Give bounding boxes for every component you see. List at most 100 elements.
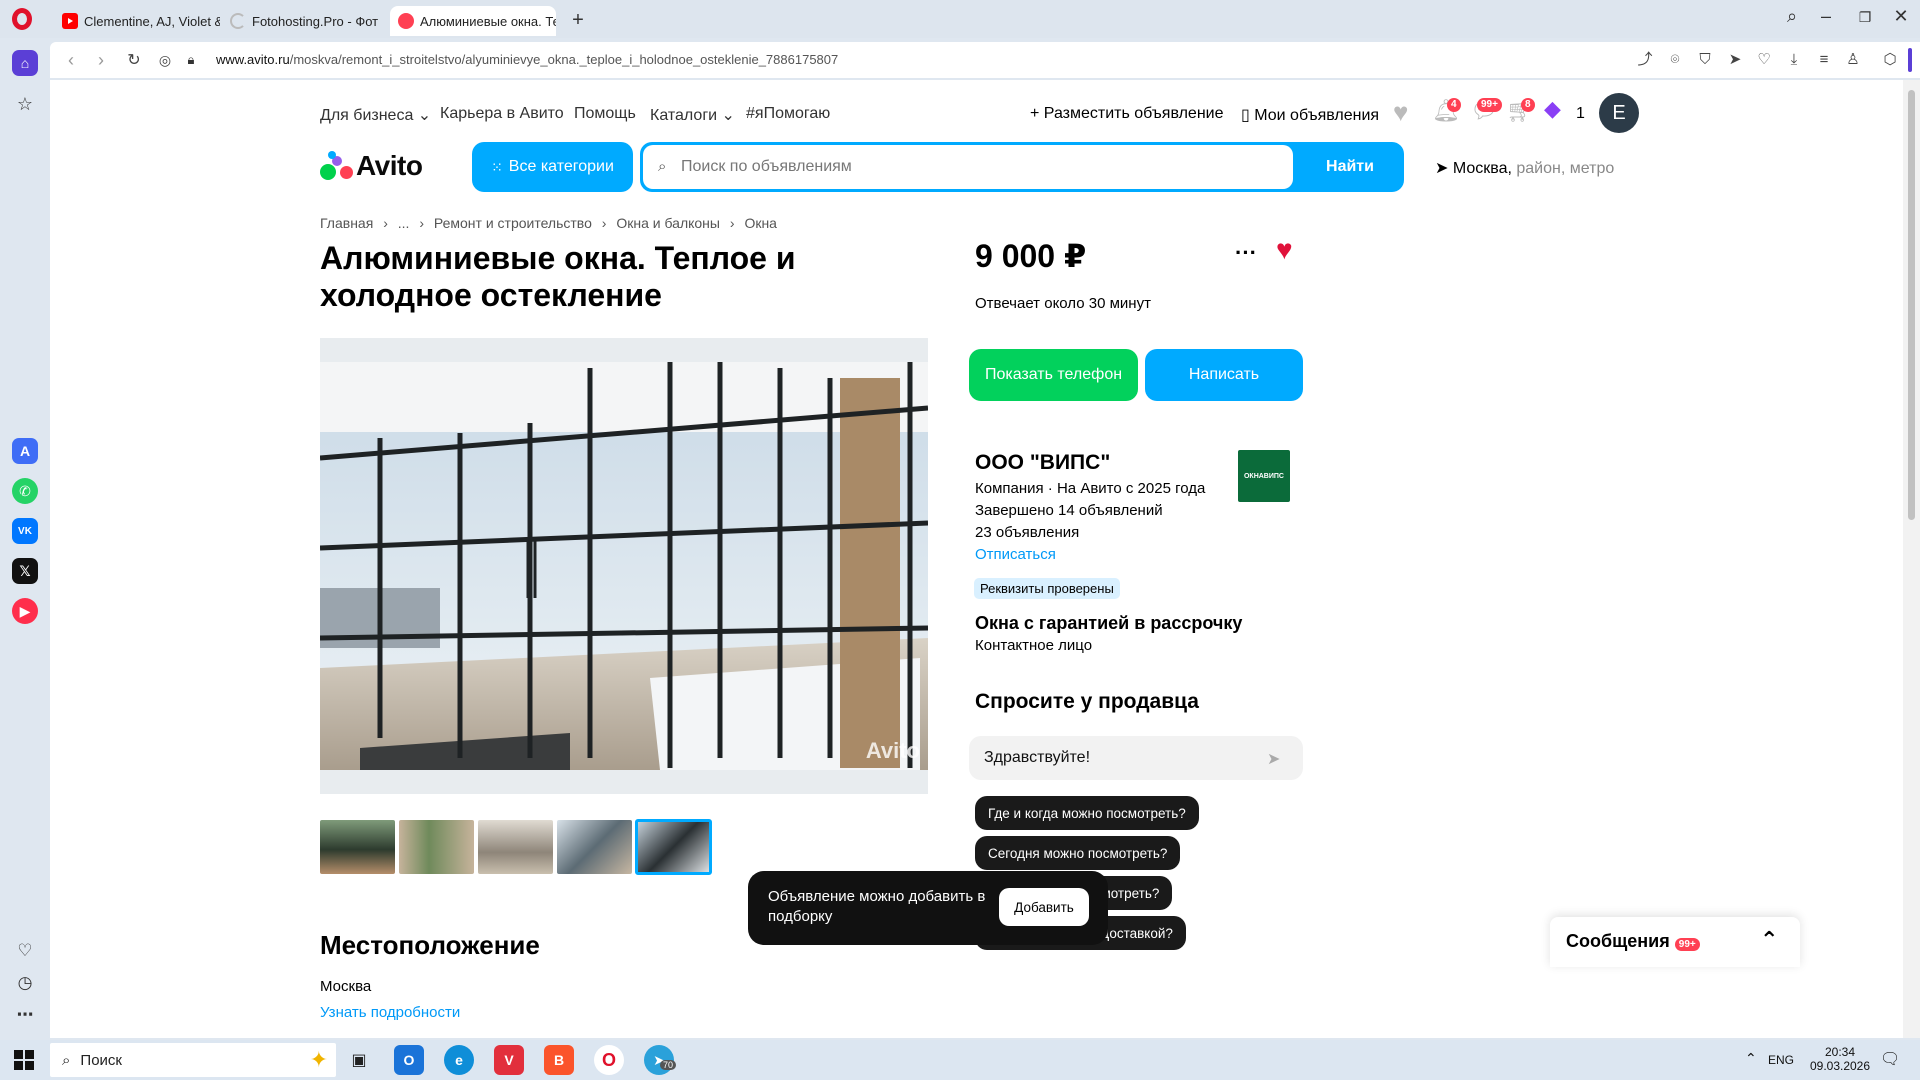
- close-window-button[interactable]: ✕: [1886, 6, 1916, 27]
- reload-icon[interactable]: ↻: [123, 50, 145, 70]
- quick-question-1[interactable]: Где и когда можно посмотреть?: [975, 796, 1199, 830]
- shield-icon[interactable]: ⛉: [1695, 50, 1715, 70]
- heart-icon[interactable]: ♡: [1754, 50, 1774, 70]
- bonus-count: 1: [1576, 105, 1585, 122]
- thumbnail-3[interactable]: [478, 820, 553, 874]
- thumbnail-4[interactable]: [557, 820, 632, 874]
- x-icon[interactable]: 𝕏: [12, 558, 38, 584]
- write-message-button[interactable]: Написать: [1145, 349, 1303, 401]
- tab-search-icon[interactable]: ⌕: [1777, 6, 1807, 27]
- my-ads-button[interactable]: ▯ Мои объявления: [1241, 105, 1379, 125]
- opera-taskbar-icon[interactable]: O: [594, 1045, 624, 1075]
- home-icon[interactable]: ⌂: [12, 50, 38, 76]
- clock[interactable]: 20:34 09.03.2026: [1805, 1045, 1875, 1073]
- location-pin-icon[interactable]: ◎: [154, 52, 176, 69]
- quick-question-2[interactable]: Сегодня можно посмотреть?: [975, 836, 1181, 870]
- send-icon[interactable]: ➤: [1725, 50, 1745, 70]
- download-icon[interactable]: ⤓: [1784, 50, 1804, 70]
- favorites-heart-icon[interactable]: ♡: [12, 938, 38, 964]
- messages-badge: 99+: [1477, 98, 1502, 112]
- crumb-repair[interactable]: Ремонт и строительство: [434, 215, 592, 231]
- brave-icon[interactable]: B: [544, 1045, 574, 1075]
- favorites-icon[interactable]: ♥: [1393, 97, 1408, 128]
- messages-panel[interactable]: Сообщения 99+ ⌃: [1550, 917, 1800, 967]
- thumbnail-1[interactable]: [320, 820, 395, 874]
- search-icon: ⌕: [62, 1051, 71, 1069]
- more-options-icon[interactable]: ···: [1235, 240, 1257, 266]
- document-icon: ▯: [1241, 107, 1250, 124]
- tab-fotohosting[interactable]: Fotohosting.Pro - Фот: [222, 6, 388, 36]
- bonus-icon[interactable]: ◆: [1544, 96, 1561, 122]
- forward-icon[interactable]: ›: [90, 50, 112, 71]
- shop-name[interactable]: Окна с гарантией в рассрочку: [975, 613, 1242, 634]
- unsubscribe-link[interactable]: Отписаться: [975, 546, 1056, 563]
- listing-main-photo[interactable]: Avito: [320, 338, 928, 794]
- edge-icon[interactable]: e: [444, 1045, 474, 1075]
- crumb-windows-balconies[interactable]: Окна и балконы: [616, 215, 720, 231]
- search-button[interactable]: Найти: [1296, 142, 1404, 192]
- windows-start-icon[interactable]: [14, 1050, 34, 1070]
- opera-logo-icon[interactable]: [12, 8, 32, 30]
- taskbar-search[interactable]: ⌕ Поиск ✦: [50, 1043, 336, 1077]
- notif-badge: 4: [1447, 98, 1461, 112]
- music-player-icon[interactable]: ▶: [12, 598, 38, 624]
- extensions-icon[interactable]: ⬡: [1880, 50, 1900, 70]
- link-career[interactable]: Карьера в Авито: [440, 105, 564, 123]
- tab-avito[interactable]: Алюминиевые окна. Теп: [390, 6, 556, 36]
- toast-message: Объявление можно добавить в подборку: [768, 888, 986, 925]
- vivaldi-icon[interactable]: V: [494, 1045, 524, 1075]
- favorite-heart-icon[interactable]: ♥: [1276, 234, 1293, 266]
- more-icon[interactable]: ⋯: [12, 1002, 38, 1028]
- star-icon[interactable]: ☆: [12, 91, 38, 117]
- post-ad-button[interactable]: + Разместить объявление: [1030, 105, 1224, 123]
- scrollbar-thumb[interactable]: [1908, 90, 1915, 520]
- thumbnail-2[interactable]: [399, 820, 474, 874]
- avito-logo[interactable]: Avito: [320, 150, 423, 182]
- outlook-icon[interactable]: O: [394, 1045, 424, 1075]
- location-selector[interactable]: ➤ Москва, район, метро: [1435, 158, 1614, 178]
- restore-button[interactable]: ❐: [1850, 9, 1880, 26]
- search-input[interactable]: [643, 145, 1293, 189]
- menu-icon[interactable]: ≡: [1814, 50, 1834, 70]
- crumb-ellipsis[interactable]: ...: [398, 215, 410, 231]
- all-categories-button[interactable]: ⁙ Все категории: [472, 142, 633, 192]
- crumb-home[interactable]: Главная: [320, 215, 373, 231]
- page-scrollbar[interactable]: [1903, 80, 1920, 1038]
- tab-clementine[interactable]: Clementine, AJ, Violet & L: [54, 6, 220, 36]
- history-icon[interactable]: ◷: [12, 970, 38, 996]
- minimize-button[interactable]: –: [1811, 6, 1841, 27]
- link-catalogs[interactable]: Каталоги ⌄: [650, 105, 735, 125]
- url-field[interactable]: www.avito.ru/moskva/remont_i_stroitelstv…: [216, 52, 838, 67]
- location-details-link[interactable]: Узнать подробности: [320, 1004, 460, 1021]
- show-phone-button[interactable]: Показать телефон: [969, 349, 1138, 401]
- task-view-icon[interactable]: ▣: [344, 1045, 374, 1075]
- chevron-up-icon[interactable]: ⌃: [1760, 927, 1778, 953]
- language-indicator[interactable]: ENG: [1768, 1053, 1794, 1067]
- profile-icon[interactable]: ♙: [1843, 50, 1863, 70]
- toast-add-button[interactable]: Добавить: [999, 888, 1089, 926]
- back-icon[interactable]: ‹: [60, 50, 82, 71]
- ask-seller-input[interactable]: [969, 736, 1303, 780]
- avatar[interactable]: E: [1599, 93, 1639, 133]
- svg-text:Avito: Avito: [866, 738, 920, 763]
- new-tab-button[interactable]: +: [566, 9, 590, 33]
- crumb-windows[interactable]: Окна: [744, 215, 777, 231]
- vk-icon[interactable]: VK: [12, 518, 38, 544]
- whatsapp-icon[interactable]: ✆: [12, 478, 38, 504]
- link-for-business[interactable]: Для бизнеса ⌄: [320, 105, 431, 125]
- notifications-icon[interactable]: 🗨︎: [1880, 1049, 1900, 1069]
- link-help[interactable]: Помощь: [574, 105, 636, 123]
- link-ya-pomogayu[interactable]: #яПомогаю: [746, 105, 830, 123]
- aria-icon[interactable]: A: [12, 438, 38, 464]
- seller-logo[interactable]: ОКНАВИПС: [1238, 450, 1290, 502]
- camera-icon[interactable]: ⌾: [1665, 50, 1685, 70]
- seller-ads-count[interactable]: 23 объявления: [975, 524, 1079, 541]
- seller-name[interactable]: ООО "ВИПС": [975, 451, 1110, 475]
- share-icon[interactable]: ⤴: [1635, 50, 1655, 70]
- send-arrow-icon[interactable]: ➤: [1267, 749, 1280, 769]
- seller-completed: Завершено 14 объявлений: [975, 502, 1163, 519]
- tab-title: Clementine, AJ, Violet & L: [84, 13, 220, 29]
- grid-dots-icon: ⁙: [491, 158, 503, 175]
- tray-chevron-icon[interactable]: ⌃: [1745, 1050, 1757, 1067]
- thumbnail-5[interactable]: [635, 819, 712, 875]
